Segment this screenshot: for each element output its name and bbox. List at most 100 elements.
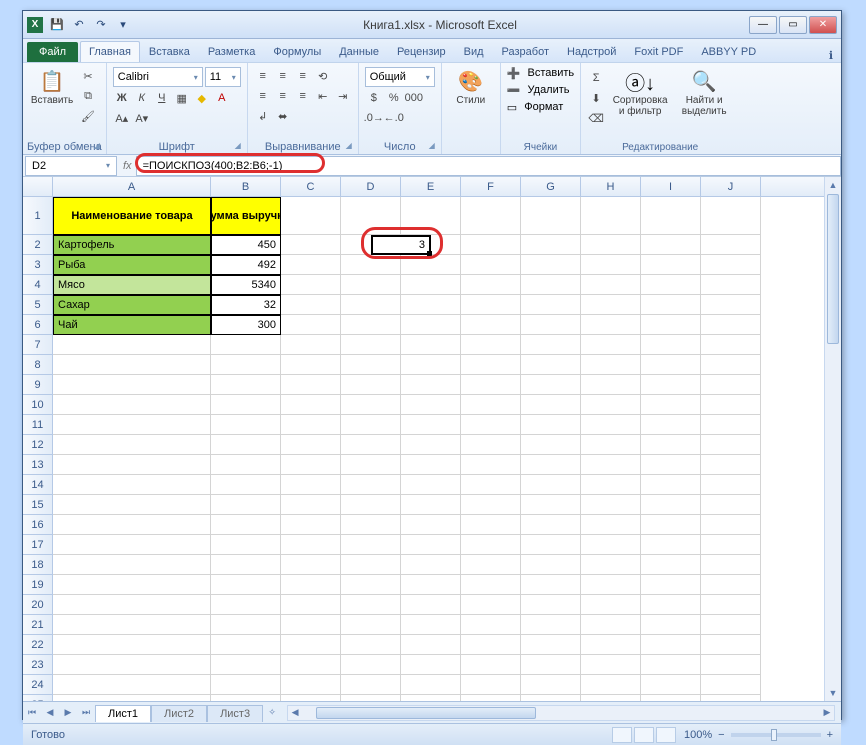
cell[interactable]	[461, 295, 521, 315]
cell[interactable]	[461, 315, 521, 335]
cell[interactable]	[211, 515, 281, 535]
cell[interactable]	[401, 355, 461, 375]
row-header[interactable]: 12	[23, 435, 53, 455]
row-header[interactable]: 15	[23, 495, 53, 515]
redo-icon[interactable]: ↷	[93, 17, 109, 33]
cut-icon[interactable]: ✂	[79, 67, 97, 85]
cell[interactable]	[521, 535, 581, 555]
cell[interactable]	[521, 475, 581, 495]
row-header[interactable]: 24	[23, 675, 53, 695]
font-size-combo[interactable]: 11▾	[205, 67, 241, 87]
cell[interactable]	[521, 455, 581, 475]
cell[interactable]	[581, 635, 641, 655]
cell[interactable]	[461, 575, 521, 595]
column-header[interactable]: J	[701, 177, 761, 196]
cell[interactable]	[701, 675, 761, 695]
cell[interactable]	[641, 315, 701, 335]
cell[interactable]	[211, 415, 281, 435]
cell[interactable]	[701, 575, 761, 595]
cell[interactable]	[341, 197, 401, 235]
cell[interactable]	[341, 515, 401, 535]
cell[interactable]	[341, 375, 401, 395]
row-header[interactable]: 11	[23, 415, 53, 435]
active-cell[interactable]: 3	[371, 235, 431, 255]
cell[interactable]	[341, 275, 401, 295]
cell[interactable]	[641, 335, 701, 355]
cell[interactable]	[211, 435, 281, 455]
cell[interactable]	[701, 395, 761, 415]
cell[interactable]	[281, 675, 341, 695]
cell[interactable]	[281, 615, 341, 635]
column-header[interactable]: B	[211, 177, 281, 196]
undo-icon[interactable]: ↶	[71, 17, 87, 33]
ribbon-tab[interactable]: ABBYY PD	[692, 41, 765, 62]
cell[interactable]	[521, 235, 581, 255]
cell[interactable]	[581, 555, 641, 575]
cell[interactable]	[53, 615, 211, 635]
view-page-break-button[interactable]	[656, 727, 676, 743]
cell[interactable]	[581, 515, 641, 535]
cell[interactable]	[461, 655, 521, 675]
cell[interactable]	[461, 555, 521, 575]
merge-icon[interactable]: ⬌	[274, 107, 292, 125]
cell[interactable]	[53, 415, 211, 435]
cell[interactable]	[701, 555, 761, 575]
cell[interactable]	[701, 235, 761, 255]
format-painter-icon[interactable]: 🖌	[79, 107, 97, 125]
cell[interactable]	[701, 255, 761, 275]
close-button[interactable]: ✕	[809, 16, 837, 34]
align-left-icon[interactable]: ≡	[254, 87, 272, 105]
ribbon-tab[interactable]: Вставка	[140, 41, 199, 62]
delete-cells-button[interactable]: ➖ Удалить	[507, 84, 574, 97]
align-bottom-icon[interactable]: ≡	[294, 67, 312, 85]
row-header[interactable]: 25	[23, 695, 53, 701]
cell[interactable]	[211, 475, 281, 495]
cell[interactable]	[401, 675, 461, 695]
indent-increase-icon[interactable]: ⇥	[334, 87, 352, 105]
view-normal-button[interactable]	[612, 727, 632, 743]
cell[interactable]	[281, 255, 341, 275]
cell[interactable]	[521, 675, 581, 695]
cell[interactable]	[401, 695, 461, 701]
cell[interactable]	[641, 275, 701, 295]
cell[interactable]	[461, 515, 521, 535]
cell[interactable]	[341, 455, 401, 475]
cell[interactable]	[53, 595, 211, 615]
cell[interactable]	[341, 315, 401, 335]
cell[interactable]	[461, 435, 521, 455]
fill-color-icon[interactable]: ◆	[193, 89, 211, 107]
zoom-level[interactable]: 100%	[684, 729, 712, 741]
cell[interactable]	[281, 695, 341, 701]
cell[interactable]	[401, 555, 461, 575]
ribbon-tab[interactable]: Данные	[330, 41, 388, 62]
cell[interactable]	[211, 355, 281, 375]
cell[interactable]	[341, 575, 401, 595]
row-header[interactable]: 14	[23, 475, 53, 495]
cell[interactable]	[521, 355, 581, 375]
column-header[interactable]: E	[401, 177, 461, 196]
cell[interactable]	[521, 197, 581, 235]
cell[interactable]	[461, 475, 521, 495]
cell[interactable]	[581, 295, 641, 315]
cell[interactable]	[701, 595, 761, 615]
cell[interactable]	[341, 435, 401, 455]
cell[interactable]	[701, 475, 761, 495]
cell[interactable]	[641, 495, 701, 515]
currency-icon[interactable]: $	[365, 89, 383, 107]
ribbon-help-icon[interactable]: ℹ	[825, 49, 837, 62]
horizontal-scrollbar[interactable]: ◀ ▶	[287, 705, 835, 721]
row-header[interactable]: 22	[23, 635, 53, 655]
cell[interactable]	[521, 415, 581, 435]
cell[interactable]	[581, 315, 641, 335]
wrap-text-icon[interactable]: ↲	[254, 107, 272, 125]
dialog-launcher-icon[interactable]: ◢	[94, 141, 100, 150]
cell[interactable]	[641, 555, 701, 575]
number-format-combo[interactable]: Общий▾	[365, 67, 435, 87]
ribbon-tab[interactable]: Рецензир	[388, 41, 455, 62]
cell[interactable]	[581, 655, 641, 675]
cell[interactable]	[401, 595, 461, 615]
autosum-icon[interactable]: Σ	[587, 69, 605, 87]
cell[interactable]	[521, 555, 581, 575]
cell[interactable]	[341, 415, 401, 435]
cell[interactable]	[641, 515, 701, 535]
